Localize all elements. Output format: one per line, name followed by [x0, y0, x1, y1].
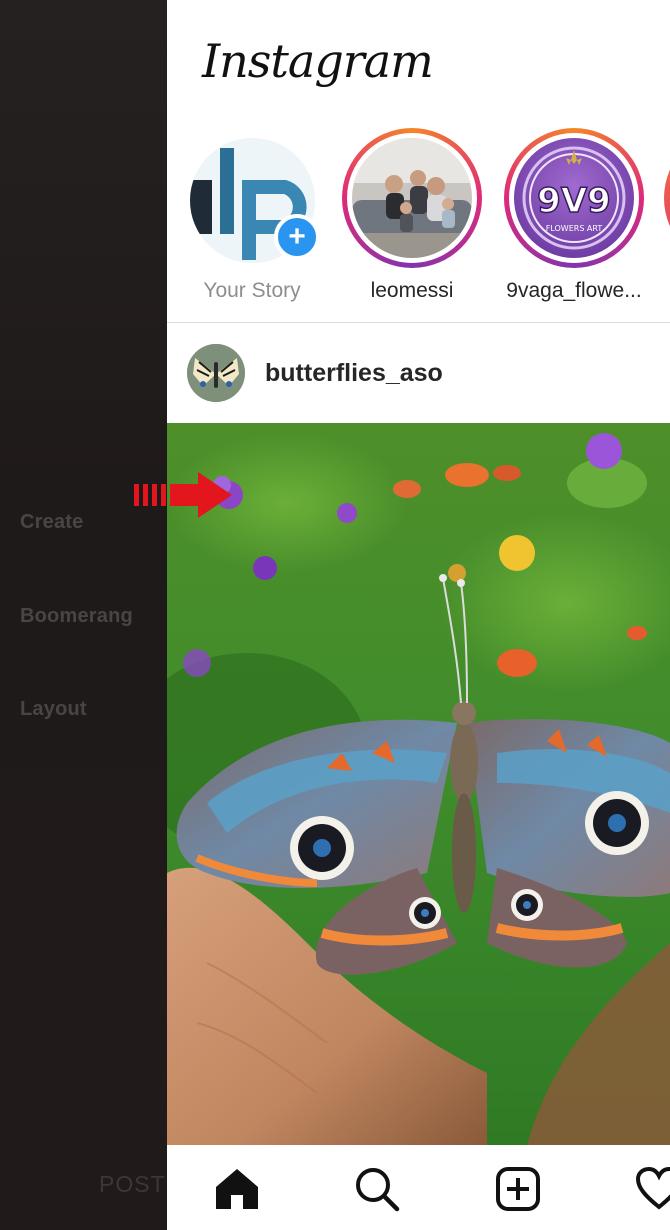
brand-logo-subtext: FLOWERS ART — [546, 224, 603, 233]
stories-tray: + Your Story leomessi 9V9 FLOWERS ART 9v… — [167, 128, 670, 323]
story-label: leomessi — [370, 279, 454, 302]
story-your-story[interactable]: + Your Story — [182, 128, 322, 318]
search-icon[interactable] — [351, 1163, 403, 1215]
bottom-nav — [167, 1145, 670, 1230]
home-icon[interactable] — [211, 1163, 263, 1215]
story-label: Your Story — [203, 279, 301, 302]
camera-mode-layout[interactable]: Layout — [20, 698, 87, 721]
avatar — [352, 138, 472, 258]
brand-logo-text: 9V9 — [537, 181, 611, 221]
story-ring-partial[interactable] — [664, 128, 670, 268]
camera-panel: Create Boomerang Layout POST — [0, 0, 167, 1230]
instagram-logo: Instagram — [202, 34, 434, 88]
story-leomessi[interactable]: leomessi — [342, 128, 482, 318]
camera-mode-create[interactable]: Create — [20, 511, 83, 534]
add-story-icon[interactable]: + — [274, 214, 320, 260]
story-label: 9vaga_flowe... — [506, 279, 642, 302]
story-9vaga-flowers[interactable]: 9V9 FLOWERS ART 9vaga_flowe... — [504, 128, 644, 318]
camera-post-tab[interactable]: POST — [99, 1171, 166, 1198]
story-ring: 9V9 FLOWERS ART — [504, 128, 644, 268]
heart-icon[interactable] — [633, 1163, 670, 1215]
post-avatar[interactable] — [187, 344, 245, 402]
camera-mode-boomerang[interactable]: Boomerang — [20, 605, 133, 628]
post-username[interactable]: butterflies_aso — [265, 359, 443, 388]
post-header: butterflies_aso — [167, 323, 670, 423]
post-image[interactable] — [167, 423, 670, 1145]
swipe-arrow-icon — [134, 472, 232, 518]
instagram-feed: Instagram + Your Story leomessi 9V9 FLOW… — [167, 0, 670, 1230]
avatar: 9V9 FLOWERS ART — [514, 138, 634, 258]
new-post-icon[interactable] — [492, 1163, 544, 1215]
story-ring — [342, 128, 482, 268]
